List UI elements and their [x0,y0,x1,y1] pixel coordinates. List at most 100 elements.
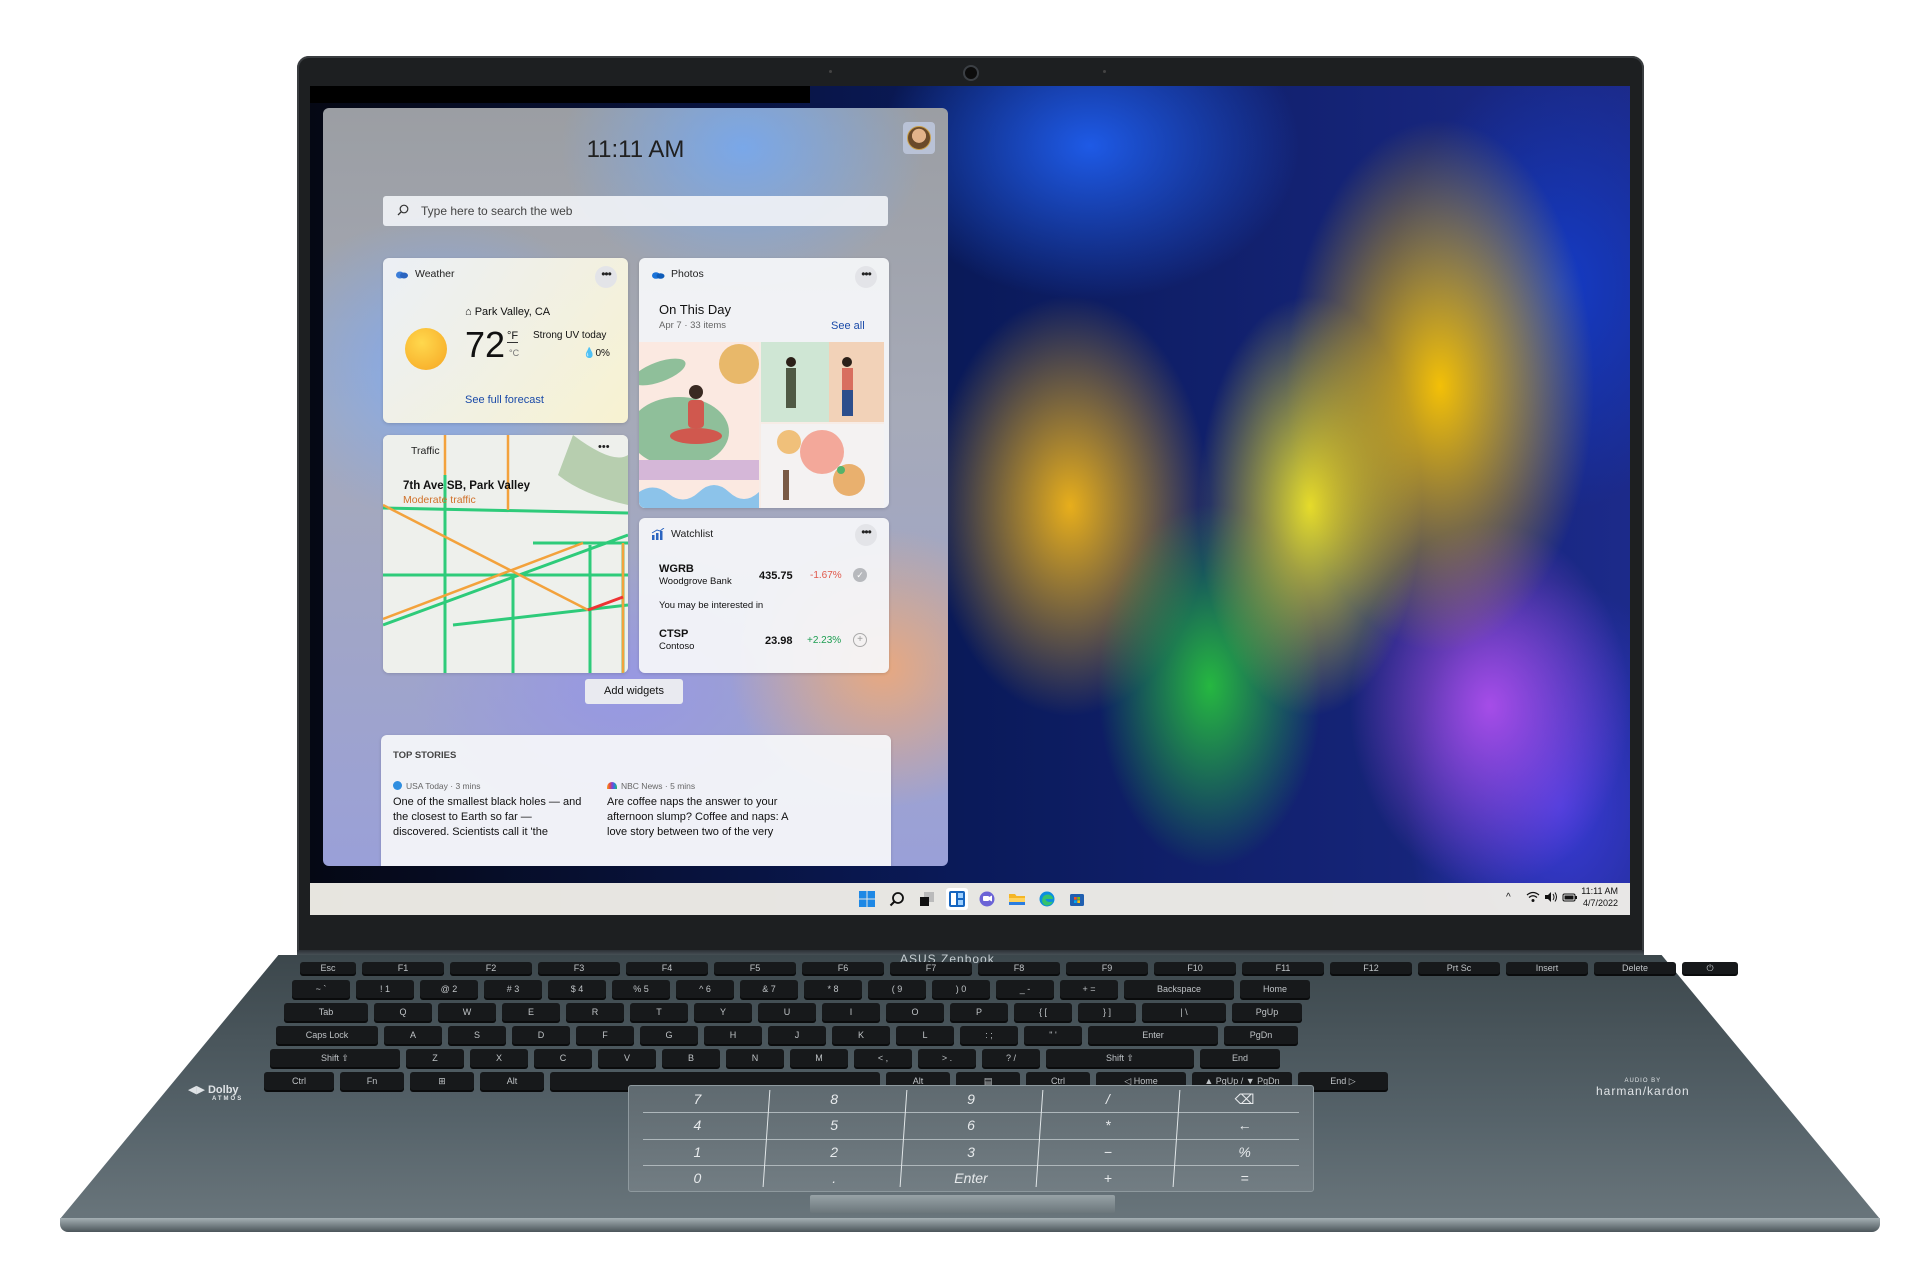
numpad-key-slash[interactable]: ⌫ [1176,1086,1313,1112]
key-6[interactable]: ^ 6 [676,980,734,998]
key-e[interactable]: E [502,1003,560,1021]
web-search-input[interactable]: Type here to search the web [383,196,888,226]
key-caps-lock[interactable]: Caps Lock [276,1026,378,1044]
more-options-icon[interactable]: ••• [855,524,877,546]
key-d[interactable]: D [512,1026,570,1044]
key-1[interactable]: ! 1 [356,980,414,998]
start-icon[interactable] [856,888,878,910]
numpad-key-2[interactable]: 2 [766,1139,903,1165]
key-symbol[interactable]: > . [918,1049,976,1067]
key-x[interactable]: X [470,1049,528,1067]
key-symbol[interactable]: _ - [996,980,1054,998]
key-j[interactable]: J [768,1026,826,1044]
key-esc[interactable]: Esc [300,962,356,974]
key-y[interactable]: Y [694,1003,752,1021]
photos-widget[interactable]: Photos ••• On This Day Apr 7 · 33 items … [639,258,889,508]
traffic-map[interactable] [383,435,628,673]
key-prt-sc[interactable]: Prt Sc [1418,962,1500,974]
key-2[interactable]: @ 2 [420,980,478,998]
key-u[interactable]: U [758,1003,816,1021]
key-9[interactable]: ( 9 [868,980,926,998]
key-f11[interactable]: F11 [1242,962,1324,974]
unit-celsius[interactable]: °C [509,348,519,358]
numpad-key-8[interactable]: 8 [766,1086,903,1112]
touchpad-numberpad[interactable]: 7 8 9/⌫ 4 5 6 * ← 1 2 3−% 0. Enter + = [628,1085,1314,1192]
key-f10[interactable]: F10 [1154,962,1236,974]
edge-icon[interactable] [1036,888,1058,910]
numpad-key-slash[interactable]: % [1176,1139,1313,1165]
key-l[interactable]: L [896,1026,954,1044]
key-8[interactable]: * 8 [804,980,862,998]
key-enter[interactable]: Enter [1088,1026,1218,1044]
system-tray[interactable] [1526,891,1578,903]
key-a[interactable]: A [384,1026,442,1044]
add-widgets-button[interactable]: Add widgets [585,679,683,704]
key-7[interactable]: & 7 [740,980,798,998]
traffic-widget[interactable]: Traffic ••• 7th Ave SB, Park Valley Mode… [383,435,628,673]
key-f1[interactable]: F1 [362,962,444,974]
key-0[interactable]: ) 0 [932,980,990,998]
watchlist-widget[interactable]: Watchlist ••• WGRB Woodgrove Bank 435.75… [639,518,889,673]
chat-icon[interactable] [976,888,998,910]
numpad-key-slash[interactable]: ← [1176,1112,1313,1138]
key-symbol[interactable]: < , [854,1049,912,1067]
key-end[interactable]: End [1200,1049,1280,1067]
key-g[interactable]: G [640,1026,698,1044]
numpad-key-4[interactable]: 4 [629,1112,766,1138]
store-icon[interactable] [1066,888,1088,910]
key-symbol[interactable]: ⊞ [410,1072,474,1090]
key-f[interactable]: F [576,1026,634,1044]
key-b[interactable]: B [662,1049,720,1067]
key-4[interactable]: $ 4 [548,980,606,998]
numpad-key-9[interactable]: 9 [903,1086,1040,1112]
key-s[interactable]: S [448,1026,506,1044]
key-symbol[interactable]: ⏻ [1682,962,1738,974]
key-f2[interactable]: F2 [450,962,532,974]
more-options-icon[interactable]: ••• [595,266,617,288]
numpad-key-1[interactable]: 1 [629,1139,766,1165]
key-symbol[interactable]: { [ [1014,1003,1072,1021]
key-insert[interactable]: Insert [1506,962,1588,974]
unit-fahrenheit[interactable]: °F [507,330,519,343]
key-f4[interactable]: F4 [626,962,708,974]
key-symbol[interactable]: } ] [1078,1003,1136,1021]
clock-date[interactable]: 11:11 AM 4/7/2022 [1581,885,1618,909]
file-explorer-icon[interactable] [1006,888,1028,910]
key-f5[interactable]: F5 [714,962,796,974]
numpad-key-3[interactable]: 3 [903,1139,1040,1165]
numpad-key-slash[interactable]: + [1039,1165,1176,1191]
key-f3[interactable]: F3 [538,962,620,974]
key-symbol[interactable]: | \ [1142,1003,1226,1021]
key-q[interactable]: Q [374,1003,432,1021]
key-f7[interactable]: F7 [890,962,972,974]
key-delete[interactable]: Delete [1594,962,1676,974]
key-symbol[interactable]: ? / [982,1049,1040,1067]
see-all-link[interactable]: See all [831,320,865,332]
key-f6[interactable]: F6 [802,962,884,974]
key-shift[interactable]: Shift ⇧ [1046,1049,1194,1067]
widgets-icon[interactable] [946,888,968,910]
numpad-key-5[interactable]: 5 [766,1112,903,1138]
photo-collage[interactable] [639,342,884,508]
more-options-icon[interactable]: ••• [598,441,610,453]
key-p[interactable]: P [950,1003,1008,1021]
key-pgup[interactable]: PgUp [1232,1003,1302,1021]
numpad-key-Enter[interactable]: Enter [903,1165,1040,1191]
key-f12[interactable]: F12 [1330,962,1412,974]
key-alt[interactable]: Alt [480,1072,544,1090]
key-symbol[interactable]: " ' [1024,1026,1082,1044]
task-view-icon[interactable] [916,888,938,910]
weather-widget[interactable]: Weather ••• ⌂ Park Valley, CA 72 °F °C S… [383,258,628,423]
numpad-key-0[interactable]: 0 [629,1165,766,1191]
key-k[interactable]: K [832,1026,890,1044]
key-home[interactable]: Home [1240,980,1310,998]
user-avatar[interactable] [903,122,935,154]
key-n[interactable]: N [726,1049,784,1067]
numpad-key-slash[interactable]: = [1176,1165,1313,1191]
key-c[interactable]: C [534,1049,592,1067]
key-shift[interactable]: Shift ⇧ [270,1049,400,1067]
see-full-forecast-link[interactable]: See full forecast [465,394,544,406]
key-fn[interactable]: Fn [340,1072,404,1090]
numpad-key-slash[interactable]: / [1039,1086,1176,1112]
numpad-key-6[interactable]: 6 [903,1112,1040,1138]
